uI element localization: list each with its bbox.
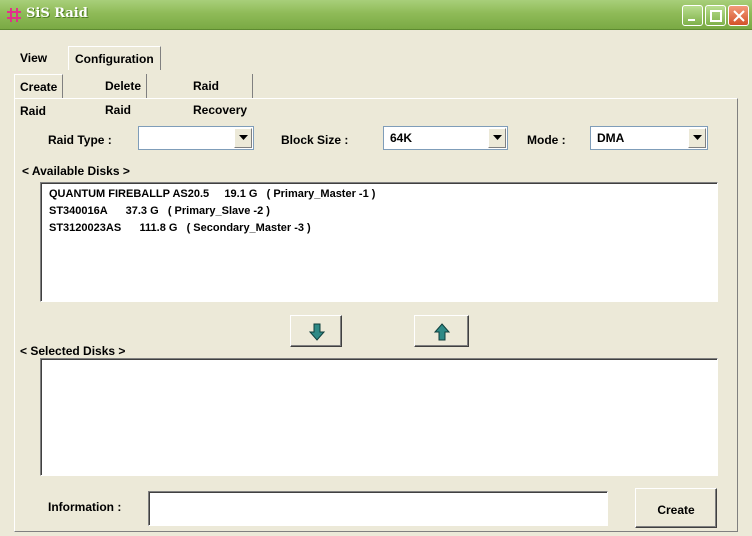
minimize-icon: [688, 19, 695, 21]
tab-create-raid[interactable]: Create Raid: [14, 74, 64, 118]
raid-type-select[interactable]: [138, 126, 254, 150]
mode-value: DMA: [597, 131, 625, 145]
arrow-down-icon: [309, 323, 325, 341]
block-size-dropdown-button[interactable]: [488, 128, 506, 148]
tab-view-label: View: [20, 51, 48, 65]
mode-label: Mode :: [527, 133, 566, 147]
move-down-button[interactable]: [290, 315, 342, 347]
tab-view[interactable]: View: [14, 46, 53, 70]
tab-configuration-label: Configuration: [75, 52, 154, 66]
list-item[interactable]: QUANTUM FIREBALLP AS20.5 19.1 G ( Primar…: [49, 188, 375, 200]
move-up-button[interactable]: [414, 315, 469, 347]
selected-disks-list[interactable]: [40, 358, 718, 476]
chevron-down-icon: [239, 135, 248, 140]
close-icon: [733, 10, 745, 22]
title-bar[interactable]: SiS Raid: [0, 0, 752, 30]
minimize-button[interactable]: [682, 5, 703, 26]
selected-disks-label: < Selected Disks >: [20, 344, 126, 358]
window-title: SiS Raid: [26, 6, 88, 21]
sis-raid-window: SiS Raid View Configuration Create Raid …: [0, 0, 752, 536]
block-size-select[interactable]: 64K: [383, 126, 508, 150]
tab-raid-recovery[interactable]: Raid Recovery: [188, 74, 254, 117]
list-item[interactable]: ST340016A 37.3 G ( Primary_Slave -2 ): [49, 205, 270, 217]
tab-delete-raid[interactable]: Delete Raid: [100, 74, 148, 117]
block-size-label: Block Size :: [281, 133, 349, 147]
close-button[interactable]: [728, 5, 749, 26]
raid-type-label: Raid Type :: [48, 133, 112, 147]
available-disks-label: < Available Disks >: [22, 164, 130, 178]
create-button[interactable]: Create: [635, 488, 717, 528]
create-button-label: Create: [657, 503, 695, 517]
information-label: Information :: [48, 500, 122, 514]
information-field[interactable]: [148, 491, 608, 526]
mode-dropdown-button[interactable]: [688, 128, 706, 148]
available-disks-list[interactable]: QUANTUM FIREBALLP AS20.5 19.1 G ( Primar…: [40, 182, 718, 302]
raid-type-dropdown-button[interactable]: [234, 128, 252, 148]
maximize-icon: [710, 10, 722, 22]
chevron-down-icon: [693, 135, 702, 140]
mode-select[interactable]: DMA: [590, 126, 708, 150]
sis-logo-icon: [7, 8, 21, 22]
arrow-up-icon: [434, 323, 450, 341]
list-item[interactable]: ST3120023AS 111.8 G ( Secondary_Master -…: [49, 222, 311, 234]
chevron-down-icon: [493, 135, 502, 140]
tab-configuration[interactable]: Configuration: [68, 46, 161, 70]
maximize-button[interactable]: [705, 5, 726, 26]
block-size-value: 64K: [390, 131, 413, 145]
